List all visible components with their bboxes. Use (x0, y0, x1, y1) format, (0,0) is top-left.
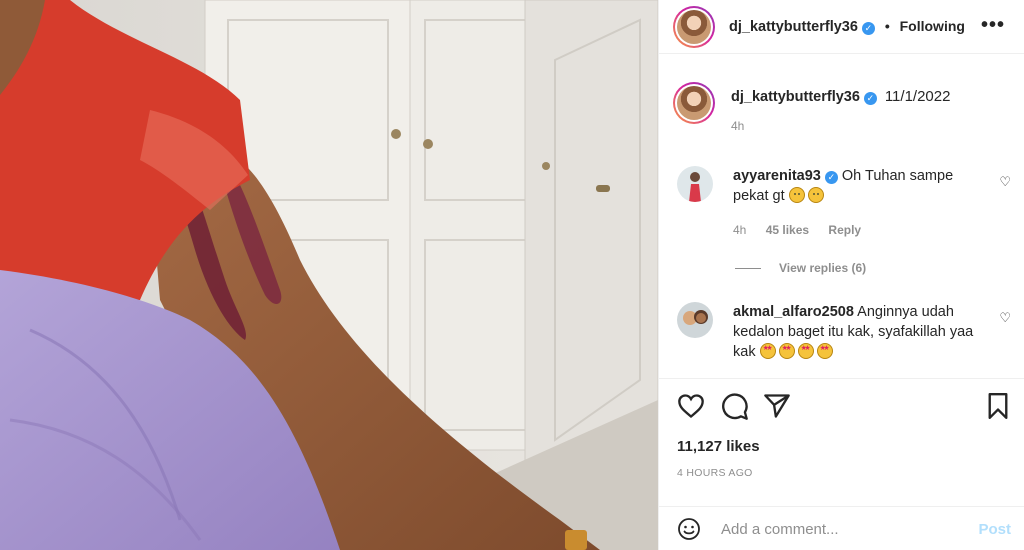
more-options-icon[interactable]: ••• (981, 14, 1005, 37)
replies-divider-line (735, 267, 761, 269)
emoji-picker-icon[interactable] (677, 517, 701, 541)
comment-input[interactable]: Add a comment... (721, 521, 839, 538)
comment-time[interactable]: 4h (733, 223, 746, 237)
comment-icon[interactable] (721, 393, 749, 421)
comment-item: akmal_alfaro2508 Anginnya udah kedalon b… (677, 302, 1017, 362)
star-struck-emoji-icon (797, 343, 814, 359)
bookmark-icon[interactable] (987, 393, 1009, 419)
caption-time[interactable]: 4h (731, 119, 744, 133)
action-bar (659, 378, 1024, 434)
post-timestamp[interactable]: 4 HOURS AGO (677, 467, 753, 479)
commenter-avatar[interactable] (677, 166, 713, 202)
likes-count[interactable]: 11,127 likes (677, 438, 760, 455)
add-comment-bar: Add a comment... Post (659, 506, 1024, 550)
commenter-avatar-image (677, 302, 713, 338)
caption-text: 11/1/2022 (884, 88, 951, 105)
verified-badge-icon: ✓ (824, 171, 838, 184)
verified-badge-icon: ✓ (863, 92, 877, 105)
comment-likes[interactable]: 45 likes (766, 223, 809, 237)
verified-badge-icon: ✓ (861, 22, 875, 35)
reply-button[interactable]: Reply (828, 223, 861, 237)
commenter-username[interactable]: akmal_alfaro2508 (733, 304, 854, 320)
photo-arm-bruise-image (0, 0, 658, 550)
star-struck-emoji-icon (759, 343, 776, 359)
sad-face-emoji-icon (788, 187, 805, 203)
comment-item: ayyarenita93 ✓ Oh Tuhan sampe pekat gt 4h… (677, 166, 1017, 240)
commenter-username[interactable]: ayyarenita93 (733, 168, 821, 184)
post-comment-button[interactable]: Post (978, 521, 1011, 538)
view-replies-label: View replies (6) (779, 261, 867, 275)
heart-icon[interactable] (677, 393, 705, 419)
star-struck-emoji-icon (816, 343, 833, 359)
following-button[interactable]: Following (900, 18, 965, 34)
share-icon[interactable] (763, 393, 791, 419)
author-avatar[interactable] (673, 5, 715, 48)
comment-like-heart-icon[interactable]: ♡ (999, 310, 1011, 326)
commenter-avatar-image (677, 166, 713, 202)
author-username[interactable]: dj_kattybutterfly36 (729, 19, 858, 35)
view-replies-button[interactable]: View replies (6) (735, 261, 866, 275)
caption-avatar-image (677, 86, 711, 120)
post-header: dj_kattybutterfly36 ✓ • Following ••• (659, 0, 1024, 54)
follow-separator: • (884, 18, 890, 34)
star-struck-emoji-icon (778, 343, 795, 359)
comment-like-heart-icon[interactable]: ♡ (999, 174, 1011, 190)
caption: dj_kattybutterfly36 ✓ 11/1/2022 4h (673, 74, 950, 133)
author-avatar-image (677, 9, 711, 44)
caption-username[interactable]: dj_kattybutterfly36 (731, 89, 860, 105)
post-photo[interactable] (0, 0, 658, 550)
instagram-post-modal: dj_kattybutterfly36 ✓ • Following ••• dj_… (0, 0, 1024, 550)
caption-avatar[interactable] (673, 82, 715, 124)
sad-face-emoji-icon (807, 187, 824, 203)
commenter-avatar[interactable] (677, 302, 713, 338)
post-side-panel: dj_kattybutterfly36 ✓ • Following ••• dj_… (658, 0, 1024, 550)
